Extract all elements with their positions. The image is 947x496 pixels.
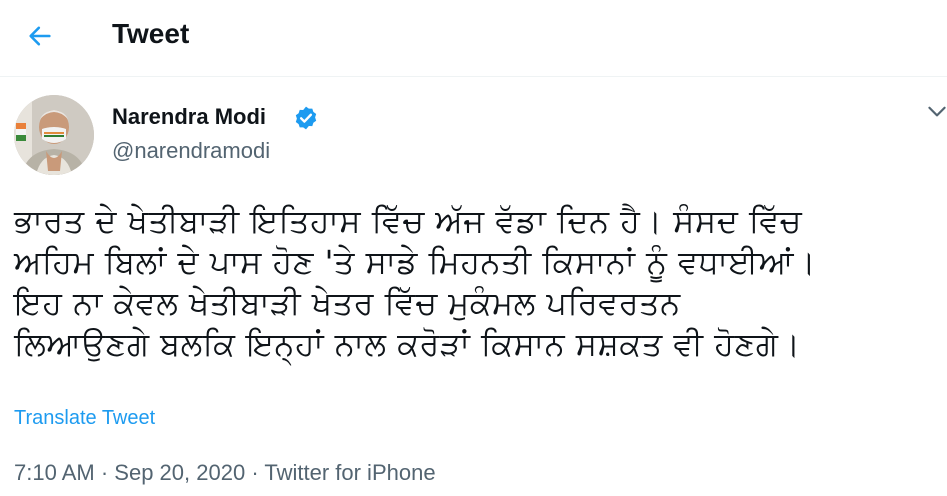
author-name[interactable]: Narendra Modi (112, 103, 266, 131)
translate-tweet-link[interactable]: Translate Tweet (14, 405, 155, 431)
separator: · (100, 460, 109, 485)
tweet-line: ਅਹਿਮ ਬਿਲਾਂ ਦੇ ਪਾਸ ਹੋਣ 'ਤੇ ਸਾਡੇ ਮਿਹਨਤੀ ਕਿ… (14, 243, 817, 281)
page-title: Tweet (112, 18, 190, 49)
tweet-header: Tweet (0, 0, 947, 77)
arrow-left-icon (29, 26, 51, 46)
tweet-line: ਇਹ ਨਾ ਕੇਵਲ ਖੇਤੀਬਾੜੀ ਖੇਤਰ ਵਿੱਚ ਮੁਕੰਮਲ ਪਰਿ… (14, 284, 681, 322)
tweet-source[interactable]: Twitter for iPhone (264, 460, 435, 485)
tweet-text: ਭਾਰਤ ਦੇ ਖੇਤੀਬਾੜੀ ਇਤਿਹਾਸ ਵਿੱਚ ਅੱਜ ਵੱਡਾ ਦਿ… (14, 201, 939, 365)
verified-badge-icon (295, 106, 317, 130)
tweet-line: ਲਿਆਉਣਗੇ ਬਲਕਿ ਇਨ੍ਹਾਂ ਨਾਲ ਕਰੋੜਾਂ ਕਿਸਾਨ ਸਸ਼… (14, 325, 801, 363)
avatar[interactable] (14, 95, 94, 175)
tweet-time[interactable]: 7:10 AM (14, 460, 95, 485)
tweet-line: ਭਾਰਤ ਦੇ ਖੇਤੀਬਾੜੀ ਇਤਿਹਾਸ ਵਿੱਚ ਅੱਜ ਵੱਡਾ ਦਿ… (14, 202, 802, 240)
separator: · (251, 460, 259, 485)
tweet-metadata: 7:10 AM · Sep 20, 2020 · Twitter for iPh… (14, 459, 436, 487)
tweet-date[interactable]: Sep 20, 2020 (114, 460, 245, 485)
chevron-down-icon[interactable] (924, 98, 947, 124)
author-handle[interactable]: @narendramodi (112, 137, 270, 165)
back-button[interactable] (20, 16, 60, 56)
